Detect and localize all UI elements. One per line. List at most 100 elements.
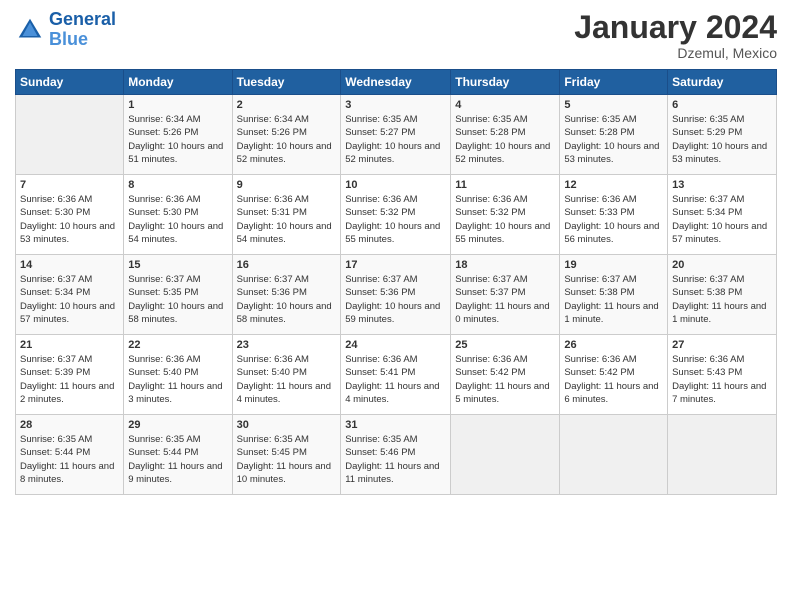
day-number: 23: [237, 339, 337, 351]
header-friday: Friday: [560, 70, 668, 95]
header-saturday: Saturday: [668, 70, 777, 95]
day-cell-1-3: 10 Sunrise: 6:36 AMSunset: 5:32 PMDaylig…: [341, 175, 451, 255]
day-number: 29: [128, 419, 227, 431]
day-cell-0-2: 2 Sunrise: 6:34 AMSunset: 5:26 PMDayligh…: [232, 95, 341, 175]
day-info: Sunrise: 6:35 AMSunset: 5:28 PMDaylight:…: [455, 113, 555, 166]
day-info: Sunrise: 6:35 AMSunset: 5:29 PMDaylight:…: [672, 113, 772, 166]
day-info: Sunrise: 6:35 AMSunset: 5:44 PMDaylight:…: [20, 433, 119, 486]
day-number: 25: [455, 339, 555, 351]
day-number: 2: [237, 99, 337, 111]
day-info: Sunrise: 6:36 AMSunset: 5:30 PMDaylight:…: [128, 193, 227, 246]
day-number: 7: [20, 179, 119, 191]
day-cell-0-4: 4 Sunrise: 6:35 AMSunset: 5:28 PMDayligh…: [451, 95, 560, 175]
day-number: 9: [237, 179, 337, 191]
day-info: Sunrise: 6:36 AMSunset: 5:32 PMDaylight:…: [345, 193, 446, 246]
day-info: Sunrise: 6:35 AMSunset: 5:27 PMDaylight:…: [345, 113, 446, 166]
day-number: 20: [672, 259, 772, 271]
day-cell-1-6: 13 Sunrise: 6:37 AMSunset: 5:34 PMDaylig…: [668, 175, 777, 255]
day-cell-0-6: 6 Sunrise: 6:35 AMSunset: 5:29 PMDayligh…: [668, 95, 777, 175]
day-info: Sunrise: 6:37 AMSunset: 5:34 PMDaylight:…: [672, 193, 772, 246]
header-thursday: Thursday: [451, 70, 560, 95]
day-number: 14: [20, 259, 119, 271]
day-info: Sunrise: 6:35 AMSunset: 5:45 PMDaylight:…: [237, 433, 337, 486]
page-container: General Blue January 2024 Dzemul, Mexico…: [0, 0, 792, 505]
day-info: Sunrise: 6:37 AMSunset: 5:39 PMDaylight:…: [20, 353, 119, 406]
header-tuesday: Tuesday: [232, 70, 341, 95]
day-number: 28: [20, 419, 119, 431]
day-cell-1-1: 8 Sunrise: 6:36 AMSunset: 5:30 PMDayligh…: [124, 175, 232, 255]
day-cell-3-4: 25 Sunrise: 6:36 AMSunset: 5:42 PMDaylig…: [451, 335, 560, 415]
header-row: Sunday Monday Tuesday Wednesday Thursday…: [16, 70, 777, 95]
header-wednesday: Wednesday: [341, 70, 451, 95]
day-cell-4-5: [560, 415, 668, 495]
day-cell-4-2: 30 Sunrise: 6:35 AMSunset: 5:45 PMDaylig…: [232, 415, 341, 495]
page-header: General Blue January 2024 Dzemul, Mexico: [15, 10, 777, 61]
day-cell-0-3: 3 Sunrise: 6:35 AMSunset: 5:27 PMDayligh…: [341, 95, 451, 175]
day-cell-2-0: 14 Sunrise: 6:37 AMSunset: 5:34 PMDaylig…: [16, 255, 124, 335]
day-info: Sunrise: 6:37 AMSunset: 5:36 PMDaylight:…: [345, 273, 446, 326]
day-info: Sunrise: 6:37 AMSunset: 5:37 PMDaylight:…: [455, 273, 555, 326]
day-info: Sunrise: 6:36 AMSunset: 5:43 PMDaylight:…: [672, 353, 772, 406]
day-cell-4-3: 31 Sunrise: 6:35 AMSunset: 5:46 PMDaylig…: [341, 415, 451, 495]
week-row-2: 7 Sunrise: 6:36 AMSunset: 5:30 PMDayligh…: [16, 175, 777, 255]
day-info: Sunrise: 6:36 AMSunset: 5:40 PMDaylight:…: [128, 353, 227, 406]
day-info: Sunrise: 6:37 AMSunset: 5:36 PMDaylight:…: [237, 273, 337, 326]
day-cell-3-5: 26 Sunrise: 6:36 AMSunset: 5:42 PMDaylig…: [560, 335, 668, 415]
day-cell-3-2: 23 Sunrise: 6:36 AMSunset: 5:40 PMDaylig…: [232, 335, 341, 415]
calendar-table: Sunday Monday Tuesday Wednesday Thursday…: [15, 69, 777, 495]
day-number: 19: [564, 259, 663, 271]
week-row-5: 28 Sunrise: 6:35 AMSunset: 5:44 PMDaylig…: [16, 415, 777, 495]
day-number: 12: [564, 179, 663, 191]
day-info: Sunrise: 6:37 AMSunset: 5:38 PMDaylight:…: [672, 273, 772, 326]
header-monday: Monday: [124, 70, 232, 95]
day-info: Sunrise: 6:36 AMSunset: 5:30 PMDaylight:…: [20, 193, 119, 246]
day-number: 16: [237, 259, 337, 271]
day-number: 18: [455, 259, 555, 271]
month-title: January 2024: [574, 10, 777, 45]
day-number: 30: [237, 419, 337, 431]
day-cell-2-3: 17 Sunrise: 6:37 AMSunset: 5:36 PMDaylig…: [341, 255, 451, 335]
week-row-1: 1 Sunrise: 6:34 AMSunset: 5:26 PMDayligh…: [16, 95, 777, 175]
day-info: Sunrise: 6:37 AMSunset: 5:34 PMDaylight:…: [20, 273, 119, 326]
day-cell-0-0: [16, 95, 124, 175]
day-info: Sunrise: 6:36 AMSunset: 5:32 PMDaylight:…: [455, 193, 555, 246]
day-cell-2-2: 16 Sunrise: 6:37 AMSunset: 5:36 PMDaylig…: [232, 255, 341, 335]
day-cell-3-6: 27 Sunrise: 6:36 AMSunset: 5:43 PMDaylig…: [668, 335, 777, 415]
day-info: Sunrise: 6:34 AMSunset: 5:26 PMDaylight:…: [237, 113, 337, 166]
day-number: 24: [345, 339, 446, 351]
logo: General Blue: [15, 10, 116, 50]
day-cell-0-5: 5 Sunrise: 6:35 AMSunset: 5:28 PMDayligh…: [560, 95, 668, 175]
day-number: 13: [672, 179, 772, 191]
day-cell-4-0: 28 Sunrise: 6:35 AMSunset: 5:44 PMDaylig…: [16, 415, 124, 495]
day-info: Sunrise: 6:37 AMSunset: 5:38 PMDaylight:…: [564, 273, 663, 326]
day-info: Sunrise: 6:36 AMSunset: 5:31 PMDaylight:…: [237, 193, 337, 246]
day-number: 5: [564, 99, 663, 111]
day-number: 27: [672, 339, 772, 351]
day-cell-2-1: 15 Sunrise: 6:37 AMSunset: 5:35 PMDaylig…: [124, 255, 232, 335]
day-cell-3-1: 22 Sunrise: 6:36 AMSunset: 5:40 PMDaylig…: [124, 335, 232, 415]
day-info: Sunrise: 6:37 AMSunset: 5:35 PMDaylight:…: [128, 273, 227, 326]
week-row-4: 21 Sunrise: 6:37 AMSunset: 5:39 PMDaylig…: [16, 335, 777, 415]
day-number: 31: [345, 419, 446, 431]
day-cell-3-3: 24 Sunrise: 6:36 AMSunset: 5:41 PMDaylig…: [341, 335, 451, 415]
day-number: 10: [345, 179, 446, 191]
logo-text: General Blue: [49, 10, 116, 50]
day-number: 3: [345, 99, 446, 111]
day-cell-2-5: 19 Sunrise: 6:37 AMSunset: 5:38 PMDaylig…: [560, 255, 668, 335]
day-info: Sunrise: 6:35 AMSunset: 5:28 PMDaylight:…: [564, 113, 663, 166]
day-info: Sunrise: 6:36 AMSunset: 5:42 PMDaylight:…: [455, 353, 555, 406]
day-cell-4-6: [668, 415, 777, 495]
day-cell-2-4: 18 Sunrise: 6:37 AMSunset: 5:37 PMDaylig…: [451, 255, 560, 335]
title-area: January 2024 Dzemul, Mexico: [574, 10, 777, 61]
day-info: Sunrise: 6:35 AMSunset: 5:46 PMDaylight:…: [345, 433, 446, 486]
day-number: 8: [128, 179, 227, 191]
day-cell-4-1: 29 Sunrise: 6:35 AMSunset: 5:44 PMDaylig…: [124, 415, 232, 495]
location: Dzemul, Mexico: [574, 45, 777, 61]
day-number: 1: [128, 99, 227, 111]
day-info: Sunrise: 6:34 AMSunset: 5:26 PMDaylight:…: [128, 113, 227, 166]
day-cell-1-0: 7 Sunrise: 6:36 AMSunset: 5:30 PMDayligh…: [16, 175, 124, 255]
day-number: 4: [455, 99, 555, 111]
day-number: 17: [345, 259, 446, 271]
day-cell-4-4: [451, 415, 560, 495]
day-cell-1-2: 9 Sunrise: 6:36 AMSunset: 5:31 PMDayligh…: [232, 175, 341, 255]
